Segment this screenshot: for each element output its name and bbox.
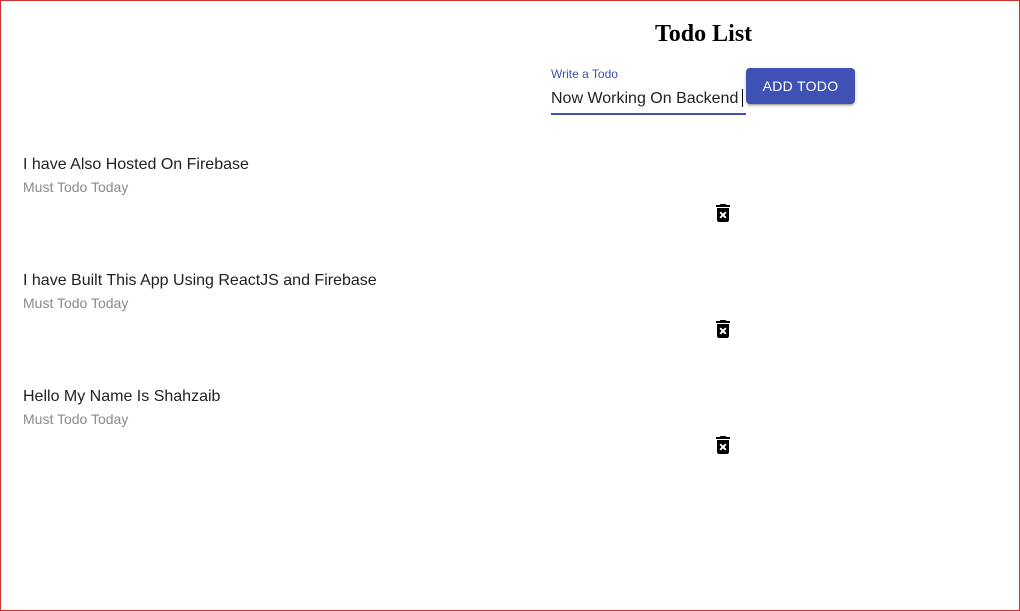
page-title: Todo List	[655, 21, 753, 47]
delete-forever-icon	[716, 204, 730, 222]
todo-item-text: Hello My Name Is Shahzaib	[23, 388, 221, 405]
todo-input-underline	[551, 113, 746, 115]
todo-item-subtitle: Must Todo Today	[23, 179, 129, 195]
delete-todo-button[interactable]	[710, 432, 736, 458]
todo-item-subtitle: Must Todo Today	[23, 295, 129, 311]
delete-forever-icon	[716, 320, 730, 338]
text-caret	[742, 89, 743, 107]
add-todo-button[interactable]: ADD TODO	[746, 68, 855, 104]
delete-forever-icon	[716, 436, 730, 454]
app-page: Todo List Write a Todo ADD TODO I have A…	[0, 0, 1020, 611]
todo-item-subtitle: Must Todo Today	[23, 411, 129, 427]
todo-input-field: Write a Todo	[551, 67, 746, 116]
todo-item: I have Built This App Using ReactJS and …	[1, 269, 1019, 385]
todo-item-text: I have Also Hosted On Firebase	[23, 156, 249, 173]
todo-item: I have Also Hosted On Firebase Must Todo…	[1, 153, 1019, 269]
todo-input-label: Write a Todo	[551, 67, 618, 81]
todo-input[interactable]	[551, 87, 746, 111]
delete-todo-button[interactable]	[710, 316, 736, 342]
todo-item-text: I have Built This App Using ReactJS and …	[23, 272, 377, 289]
todo-item: Hello My Name Is Shahzaib Must Todo Toda…	[1, 385, 1019, 501]
delete-todo-button[interactable]	[710, 200, 736, 226]
